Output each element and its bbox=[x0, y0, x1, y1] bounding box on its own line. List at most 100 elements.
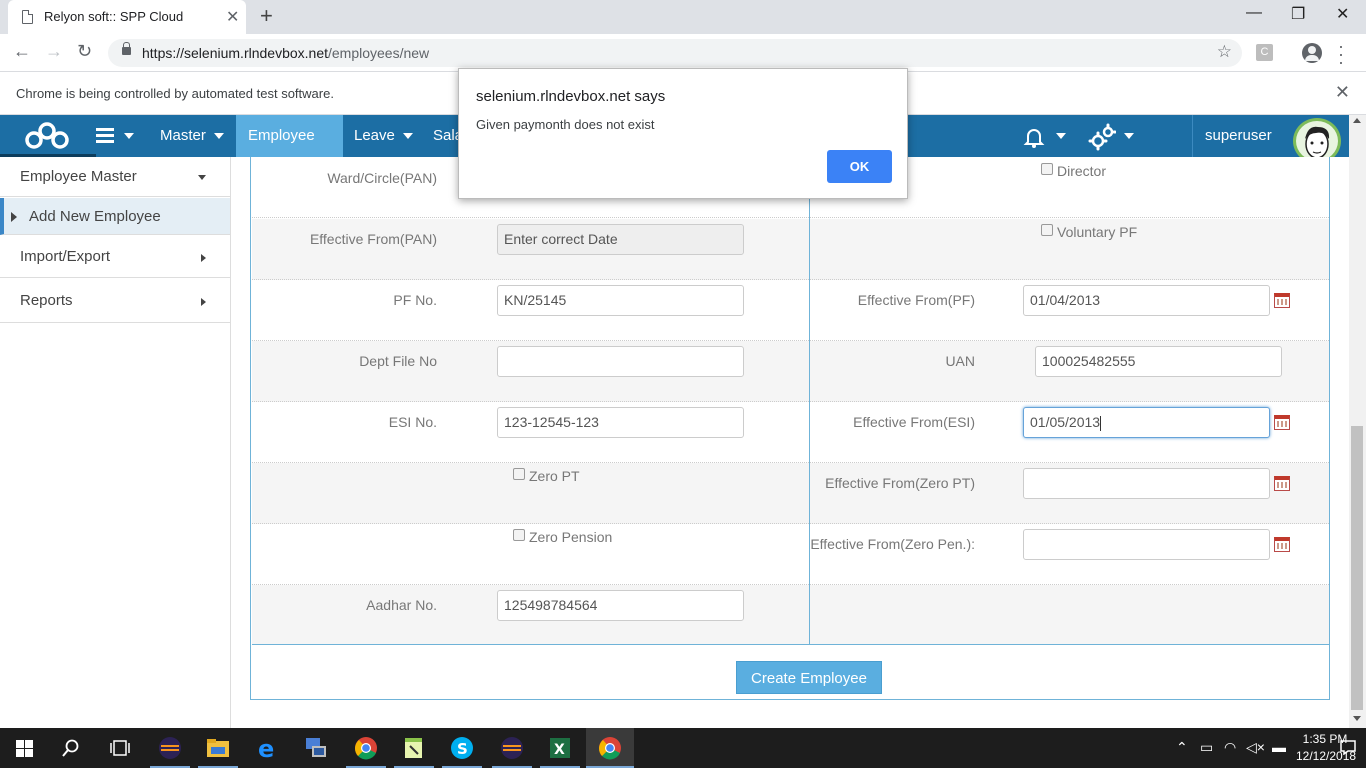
forward-icon[interactable]: → bbox=[45, 41, 63, 62]
uan-label: UAN bbox=[945, 353, 975, 369]
wifi-icon[interactable]: ◠ bbox=[1224, 739, 1236, 756]
minimize-icon[interactable]: — bbox=[1246, 4, 1262, 22]
dept-file-label: Dept File No bbox=[359, 353, 437, 369]
sidebar: Employee Master Add New Employee Import/… bbox=[0, 157, 231, 728]
chevron-down-icon[interactable] bbox=[1124, 133, 1134, 139]
nav-master[interactable]: Master bbox=[148, 115, 236, 157]
battery-icon[interactable]: ▭ bbox=[1200, 739, 1213, 756]
sidebar-item-reports[interactable]: Reports bbox=[0, 279, 230, 323]
close-icon[interactable]: ✕ bbox=[226, 7, 239, 27]
uan-input[interactable]: 100025482555 bbox=[1035, 346, 1282, 377]
profile-icon[interactable] bbox=[1302, 43, 1322, 63]
windows-taskbar: e S X ⌃ ▭ ◠ ◁× ▬ 1:35 PM 12/12/2018 bbox=[0, 728, 1366, 768]
create-employee-button[interactable]: Create Employee bbox=[736, 661, 882, 694]
aadhar-label: Aadhar No. bbox=[366, 597, 437, 613]
sidebar-item-employee-master[interactable]: Employee Master bbox=[0, 157, 230, 197]
calendar-icon[interactable] bbox=[1274, 293, 1290, 308]
scroll-thumb[interactable] bbox=[1351, 426, 1363, 710]
effective-from-zero-pt-input[interactable] bbox=[1023, 468, 1270, 499]
app-logo[interactable] bbox=[0, 115, 96, 157]
eclipse-icon[interactable] bbox=[158, 736, 182, 760]
gear-icon[interactable] bbox=[1088, 123, 1116, 151]
esi-number-label: ESI No. bbox=[388, 414, 437, 430]
dept-file-input[interactable] bbox=[497, 346, 744, 377]
ward-circle-label: Ward/Circle(PAN) bbox=[327, 170, 437, 186]
task-view-icon[interactable] bbox=[110, 740, 130, 756]
employee-form: Ward/Circle(PAN) Effective From(PAN) Ent… bbox=[250, 157, 1330, 700]
svg-text:X: X bbox=[554, 742, 565, 758]
extension-icon[interactable]: C bbox=[1256, 44, 1273, 61]
volume-icon[interactable]: ◁× bbox=[1246, 739, 1265, 756]
caret-right-icon bbox=[11, 212, 17, 222]
voluntary-pf-checkbox[interactable] bbox=[1041, 224, 1053, 236]
voluntary-pf-label: Voluntary PF bbox=[1057, 224, 1138, 240]
effective-from-pf-input[interactable]: 01/04/2013 bbox=[1023, 285, 1270, 316]
zero-pt-label: Zero PT bbox=[529, 468, 580, 484]
svg-text:e: e bbox=[258, 736, 274, 760]
action-center-icon[interactable] bbox=[1340, 740, 1356, 755]
eclipse-icon[interactable] bbox=[500, 736, 524, 760]
tray-chevron-up-icon[interactable]: ⌃ bbox=[1176, 739, 1188, 756]
chrome-icon[interactable] bbox=[354, 736, 378, 760]
network-app-icon[interactable] bbox=[304, 736, 328, 760]
sidebar-item-add-new-employee[interactable]: Add New Employee bbox=[0, 198, 230, 235]
sidebar-item-label: Import/Export bbox=[20, 248, 111, 265]
nav-employee[interactable]: Employee bbox=[236, 115, 343, 182]
username-label[interactable]: superuser bbox=[1205, 115, 1272, 157]
calendar-icon[interactable] bbox=[1274, 415, 1290, 430]
sidebar-item-label: Reports bbox=[20, 292, 73, 309]
zero-pension-label: Zero Pension bbox=[529, 529, 613, 545]
calendar-icon[interactable] bbox=[1274, 476, 1290, 491]
page-scrollbar[interactable] bbox=[1349, 115, 1366, 728]
form-row bbox=[252, 585, 1329, 644]
page-icon bbox=[22, 10, 33, 24]
effective-from-zero-pension-input[interactable] bbox=[1023, 529, 1270, 560]
close-icon[interactable]: ✕ bbox=[1335, 82, 1350, 103]
aadhar-input[interactable]: 125498784564 bbox=[497, 590, 744, 621]
effective-from-pan-input[interactable]: Enter correct Date bbox=[497, 224, 744, 255]
maximize-icon[interactable]: ❐ bbox=[1291, 4, 1305, 24]
windows-start-icon[interactable] bbox=[16, 740, 33, 757]
hamburger-menu-icon[interactable] bbox=[96, 128, 114, 143]
effective-from-esi-input[interactable]: 01/05/2013 bbox=[1023, 407, 1270, 438]
chevron-down-icon[interactable] bbox=[1056, 133, 1066, 139]
pf-number-input[interactable]: KN/25145 bbox=[497, 285, 744, 316]
more-menu-icon[interactable]: · · · bbox=[1338, 37, 1344, 71]
dialog-title: selenium.rlndevbox.net says bbox=[476, 88, 666, 105]
file-explorer-icon[interactable] bbox=[206, 736, 230, 760]
sidebar-item-import-export[interactable]: Import/Export bbox=[0, 236, 230, 278]
bell-icon[interactable] bbox=[1022, 125, 1046, 149]
search-icon[interactable] bbox=[62, 739, 80, 757]
excel-icon[interactable]: X bbox=[548, 736, 572, 760]
ok-button[interactable]: OK bbox=[827, 150, 892, 183]
effective-from-esi-label: Effective From(ESI) bbox=[853, 414, 975, 430]
back-icon[interactable]: ← bbox=[13, 41, 31, 62]
dialog-message: Given paymonth does not exist bbox=[476, 117, 655, 132]
zero-pension-checkbox[interactable] bbox=[513, 529, 525, 541]
new-tab-icon[interactable]: + bbox=[260, 3, 273, 29]
effective-from-zero-pension-label: Effective From(Zero Pen.): bbox=[810, 536, 975, 552]
chevron-right-icon bbox=[201, 298, 206, 306]
zero-pt-checkbox[interactable] bbox=[513, 468, 525, 480]
nav-leave[interactable]: Leave bbox=[342, 115, 425, 157]
edge-icon[interactable]: e bbox=[256, 736, 280, 760]
chrome-icon[interactable] bbox=[598, 736, 622, 760]
cloud-logo-icon bbox=[25, 122, 69, 149]
bookmark-star-icon[interactable]: ☆ bbox=[1217, 42, 1232, 62]
window-close-icon[interactable]: ✕ bbox=[1336, 4, 1349, 24]
esi-number-input[interactable]: 123-12545-123 bbox=[497, 407, 744, 438]
director-checkbox[interactable] bbox=[1041, 163, 1053, 175]
user-face-icon bbox=[1305, 126, 1330, 159]
chevron-down-icon[interactable] bbox=[124, 133, 134, 139]
pf-number-label: PF No. bbox=[393, 292, 437, 308]
main-content: Ward/Circle(PAN) Effective From(PAN) Ent… bbox=[231, 157, 1349, 728]
calendar-icon[interactable] bbox=[1274, 537, 1290, 552]
browser-tab[interactable]: Relyon soft:: SPP Cloud ✕ bbox=[8, 0, 246, 34]
input-indicator-icon[interactable]: ▬ bbox=[1272, 739, 1286, 755]
reload-icon[interactable]: ↻ bbox=[77, 41, 92, 62]
url-field[interactable]: https://selenium.rlndevbox.net/employees… bbox=[108, 39, 1242, 67]
skype-icon[interactable]: S bbox=[450, 736, 474, 760]
scroll-up-icon[interactable] bbox=[1353, 118, 1361, 123]
scroll-down-icon[interactable] bbox=[1353, 716, 1361, 721]
notepad-plus-icon[interactable] bbox=[402, 736, 426, 760]
